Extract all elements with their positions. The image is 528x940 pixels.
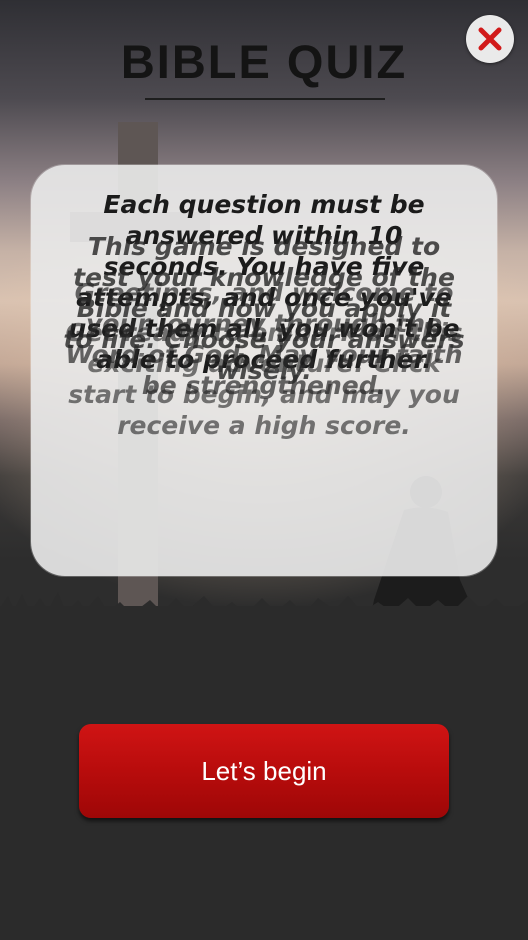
title-underline [145, 98, 385, 100]
instructions-card: Each question must be answered within 10… [31, 165, 497, 576]
close-button[interactable] [466, 15, 514, 63]
begin-button[interactable]: Let’s begin [79, 724, 449, 818]
page-title: BIBLE QUIZ [120, 35, 408, 88]
start-instructions-text: Get ready to embark on this exciting adv… [65, 318, 463, 440]
close-icon [478, 27, 502, 51]
